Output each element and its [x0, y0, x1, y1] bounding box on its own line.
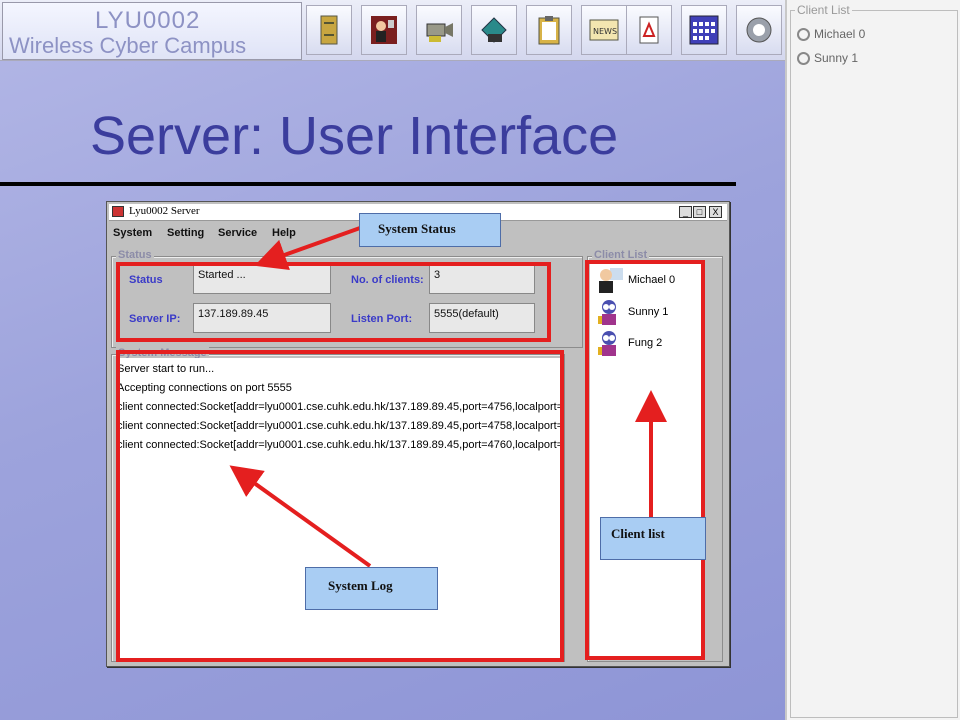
callout-text: System Status [378, 221, 456, 236]
gear-icon [797, 28, 810, 41]
right-client-title: Client List [795, 3, 852, 17]
annotation-arrows [229, 226, 667, 568]
callout-text: System Log [328, 578, 393, 593]
client-name: Michael 0 [814, 27, 866, 41]
system-log-callout: System Log [305, 567, 438, 610]
right-client-group: Client List Michael 0 Sunny 1 [790, 3, 958, 718]
callout-text: Client list [611, 526, 665, 541]
system-status-callout: System Status [359, 213, 501, 247]
client-name: Sunny 1 [814, 51, 859, 65]
right-client-item[interactable]: Michael 0 [797, 27, 865, 41]
right-client-panel: Client List Michael 0 Sunny 1 [785, 0, 960, 720]
right-client-item[interactable]: Sunny 1 [797, 51, 858, 65]
client-list-callout: Client list [600, 517, 706, 560]
slide: LYU0002 Wireless Cyber Campus NEWS Serve… [0, 0, 785, 720]
gear-icon [797, 52, 810, 65]
